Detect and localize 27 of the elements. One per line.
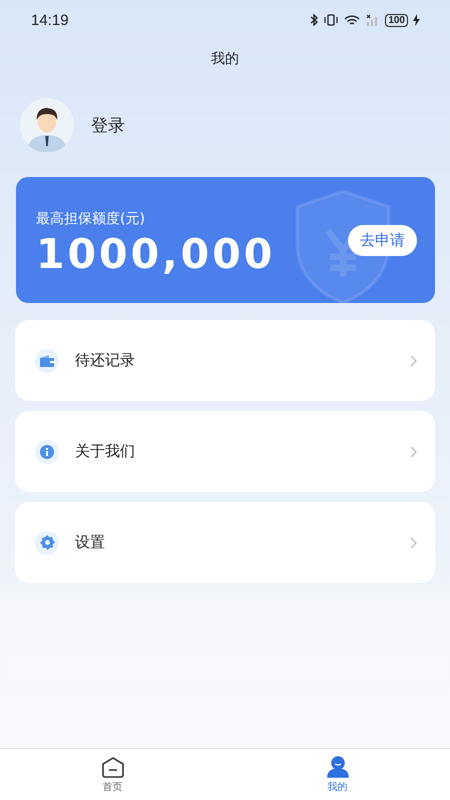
credit-amount: 1000,000	[36, 230, 276, 278]
apply-button[interactable]: 去申请	[348, 224, 417, 256]
chevron-right-icon	[410, 536, 417, 548]
user-icon	[326, 756, 350, 778]
home-icon	[100, 756, 124, 778]
chevron-right-icon	[410, 446, 417, 458]
menu-label: 待还记录	[75, 351, 136, 370]
credit-label: 最高担保额度(元)	[36, 210, 146, 228]
charging-icon	[413, 14, 420, 26]
login-link[interactable]: 登录	[91, 114, 125, 136]
status-time: 14:19	[31, 12, 69, 28]
menu-label: 关于我们	[75, 442, 136, 461]
chevron-right-icon	[410, 354, 417, 366]
menu-item[interactable]: 待还记录	[15, 320, 435, 401]
tab[interactable]: 首页	[0, 749, 225, 800]
vibrate-icon	[324, 14, 338, 26]
menu-label: 设置	[75, 533, 106, 552]
battery-level: 100	[385, 14, 408, 26]
menu-item[interactable]: 关于我们	[15, 411, 435, 492]
wallet-icon	[39, 354, 55, 366]
tab[interactable]: 我的	[225, 749, 450, 800]
wifi-icon	[343, 14, 362, 26]
settings-icon	[40, 535, 54, 550]
info-icon	[40, 444, 54, 458]
bluetooth-icon	[310, 14, 320, 26]
page-title: 我的	[211, 50, 239, 68]
menu-item[interactable]: 设置	[15, 502, 435, 583]
